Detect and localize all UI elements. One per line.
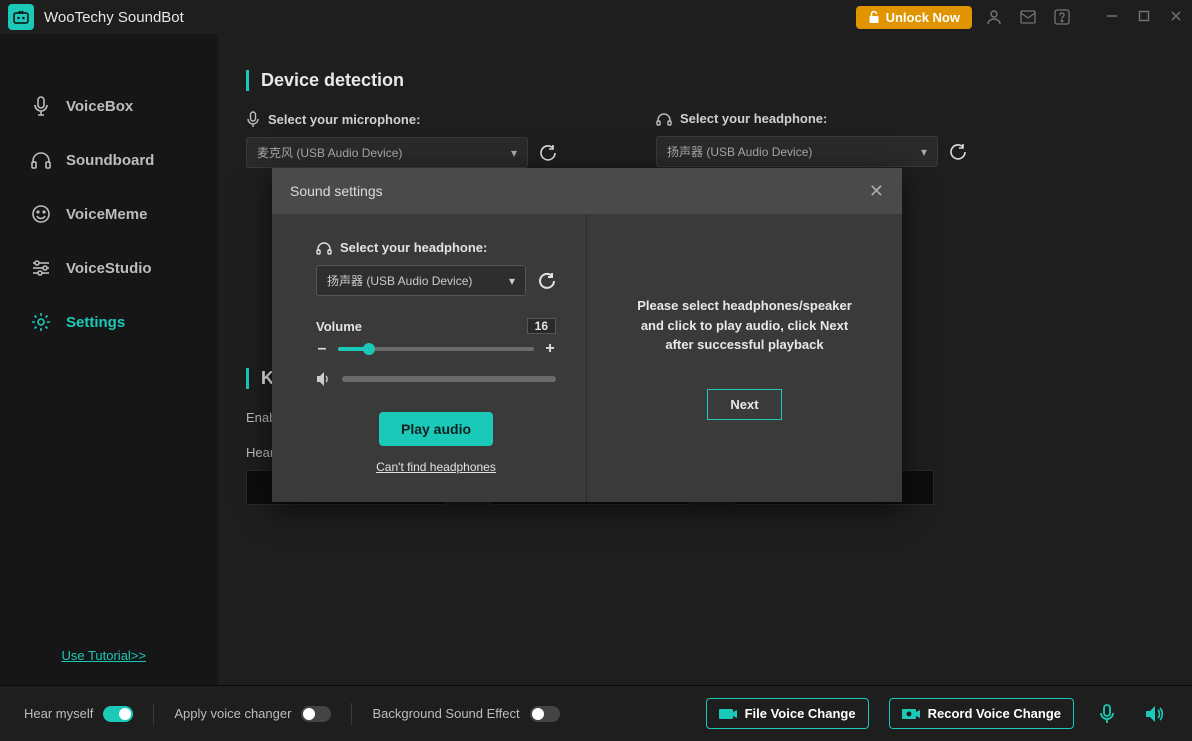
apply-voice-label: Apply voice changer (174, 706, 291, 721)
speaker-icon (316, 372, 332, 386)
tutorial-link-wrap: Use Tutorial>> (0, 648, 218, 685)
sidebar-item-voicebox[interactable]: VoiceBox (0, 79, 218, 133)
record-voice-change-button[interactable]: Record Voice Change (889, 698, 1074, 729)
refresh-mic-icon[interactable] (540, 145, 556, 161)
sidebar-item-label: Soundboard (66, 152, 154, 169)
chevron-down-icon: ▾ (921, 145, 927, 159)
mic-label: Select your microphone: (246, 111, 556, 127)
chevron-down-icon: ▾ (509, 274, 515, 288)
refresh-headphone-icon[interactable] (950, 144, 966, 160)
titlebar-icons (986, 9, 1184, 25)
lock-icon (868, 10, 880, 24)
mic-status-icon[interactable] (1094, 704, 1120, 724)
chevron-down-icon: ▾ (511, 146, 517, 160)
sliders-icon (30, 257, 52, 279)
modal-refresh-icon[interactable] (538, 272, 556, 290)
volume-label: Volume (316, 319, 362, 334)
sidebar-item-soundboard[interactable]: Soundboard (0, 133, 218, 187)
section-device-detection: Device detection (246, 70, 1152, 91)
headphone-icon (656, 112, 672, 126)
unlock-button[interactable]: Unlock Now (856, 6, 972, 29)
unlock-label: Unlock Now (886, 10, 960, 25)
mic-icon (30, 95, 52, 117)
sidebar-item-settings[interactable]: Settings (0, 295, 218, 349)
headphone-dropdown[interactable]: 扬声器 (USB Audio Device) ▾ (656, 136, 938, 167)
playback-progress[interactable] (342, 376, 556, 382)
modal-title: Sound settings (290, 183, 869, 199)
file-voice-change-button[interactable]: File Voice Change (706, 698, 869, 729)
sidebar-item-voicememe[interactable]: VoiceMeme (0, 187, 218, 241)
bg-sound-toggle[interactable] (530, 706, 560, 722)
smile-icon (30, 203, 52, 225)
sidebar-item-label: VoiceMeme (66, 206, 147, 223)
app-logo (8, 4, 34, 30)
modal-close-icon[interactable]: ✕ (869, 181, 884, 202)
cant-find-link[interactable]: Can't find headphones (316, 460, 556, 474)
tutorial-link[interactable]: Use Tutorial>> (0, 648, 218, 663)
apply-voice-toggle[interactable] (301, 706, 331, 722)
hear-myself-toggle[interactable] (103, 706, 133, 722)
volume-value: 16 (527, 318, 556, 334)
speaker-status-icon[interactable] (1140, 705, 1168, 723)
modal-help-text: Please select headphones/speaker and cli… (627, 296, 862, 355)
volume-minus[interactable]: – (316, 340, 328, 358)
mic-dropdown[interactable]: 麦克风 (USB Audio Device) ▾ (246, 137, 528, 168)
modal-hp-label: Select your headphone: (316, 240, 556, 255)
sidebar-item-label: VoiceBox (66, 98, 133, 115)
file-icon (719, 707, 737, 721)
mic-icon (246, 111, 260, 127)
modal-headphone-dropdown[interactable]: 扬声器 (USB Audio Device) ▾ (316, 265, 526, 296)
maximize-icon[interactable] (1138, 10, 1152, 24)
close-icon[interactable] (1170, 10, 1184, 24)
sidebar-item-label: Settings (66, 314, 125, 331)
play-audio-button[interactable]: Play audio (379, 412, 493, 446)
user-icon[interactable] (986, 9, 1002, 25)
record-icon (902, 707, 920, 721)
headphone-label: Select your headphone: (656, 111, 966, 126)
sidebar-item-label: VoiceStudio (66, 260, 152, 277)
volume-plus[interactable]: + (544, 340, 556, 358)
headphone-icon (316, 241, 332, 255)
volume-slider[interactable] (338, 347, 534, 351)
bottom-bar: Hear myself Apply voice changer Backgrou… (0, 685, 1192, 741)
bg-sound-label: Background Sound Effect (372, 706, 519, 721)
modal-hp-value: 扬声器 (USB Audio Device) (327, 272, 472, 289)
app-title: WooTechy SoundBot (44, 9, 856, 26)
minimize-icon[interactable] (1106, 10, 1120, 24)
gear-icon (30, 311, 52, 333)
next-button[interactable]: Next (707, 389, 781, 420)
mic-value: 麦克风 (USB Audio Device) (257, 144, 402, 161)
title-bar: WooTechy SoundBot Unlock Now (0, 0, 1192, 34)
window-controls (1106, 10, 1184, 24)
sidebar: VoiceBox Soundboard VoiceMeme VoiceStudi… (0, 34, 218, 685)
sidebar-item-voicestudio[interactable]: VoiceStudio (0, 241, 218, 295)
hear-myself-label: Hear myself (24, 706, 93, 721)
headphone-icon (30, 149, 52, 171)
sound-settings-modal: Sound settings ✕ Select your headphone: … (272, 168, 902, 502)
headphone-value: 扬声器 (USB Audio Device) (667, 143, 812, 160)
help-icon[interactable] (1054, 9, 1070, 25)
mail-icon[interactable] (1020, 10, 1036, 24)
